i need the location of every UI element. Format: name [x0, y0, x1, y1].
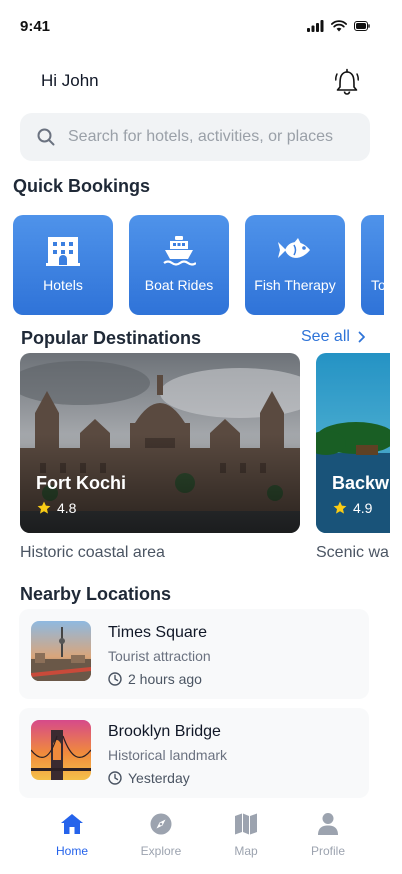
home-icon: [61, 814, 83, 834]
nearby-category: Tourist attraction: [108, 648, 211, 664]
nearby-card-times-square[interactable]: Times Square Tourist attraction 2 hours …: [19, 609, 369, 699]
search-icon: [37, 128, 55, 146]
destination-name: Fort Kochi: [36, 473, 126, 493]
destination-rating: 4.8: [37, 500, 76, 516]
status-bar: 9:41: [0, 0, 402, 52]
nearby-category: Historical landmark: [108, 747, 228, 763]
boat-icon: [163, 236, 196, 266]
search-input[interactable]: Search for hotels, activities, or places: [68, 128, 333, 146]
status-icons: [307, 20, 370, 32]
greeting: Hi John: [41, 71, 99, 90]
compass-icon: [150, 813, 172, 835]
popular-destinations-title: Popular Destinations: [21, 328, 202, 348]
nearby-name: Times Square: [108, 624, 207, 641]
tab-label: Profile: [310, 844, 345, 858]
tab-profile[interactable]: Profile: [288, 810, 368, 858]
nearby-name: Brooklyn Bridge: [108, 723, 221, 740]
brooklyn-bridge-thumbnail: [31, 720, 91, 780]
quick-booking-tours[interactable]: To: [361, 215, 384, 315]
rating-value: 4.9: [353, 500, 373, 516]
see-all-label: See all: [301, 328, 350, 345]
battery-icon: [354, 21, 370, 31]
destination-description: Scenic wa: [316, 544, 389, 561]
chevron-right-icon: [358, 331, 365, 343]
quick-booking-label: To: [371, 277, 384, 293]
destination-description: Historic coastal area: [20, 544, 165, 561]
fish-icon: [278, 238, 310, 258]
building-icon: [46, 237, 80, 266]
wifi-icon: [331, 20, 347, 32]
see-all-link[interactable]: See all: [301, 328, 366, 346]
quick-booking-label: Hotels: [43, 277, 83, 293]
nearby-time: 2 hours ago: [108, 671, 202, 687]
bottom-tab-bar: Home Explore Map Profile: [0, 800, 402, 874]
user-icon: [318, 813, 338, 835]
bell-icon: [335, 68, 359, 95]
tab-label: Home: [55, 844, 88, 858]
rating-value: 4.8: [57, 500, 77, 516]
clock-icon: [108, 672, 122, 686]
nearby-card-brooklyn-bridge[interactable]: Brooklyn Bridge Historical landmark Yest…: [19, 708, 369, 798]
quick-booking-fish-therapy[interactable]: Fish Therapy: [245, 215, 345, 315]
notification-button[interactable]: [334, 67, 360, 95]
star-icon: [37, 501, 51, 514]
nearby-time-label: Yesterday: [128, 770, 190, 786]
times-square-thumbnail: [31, 621, 91, 681]
search-bar[interactable]: Search for hotels, activities, or places: [20, 113, 370, 161]
tab-map[interactable]: Map: [206, 810, 286, 858]
quick-booking-label: Boat Rides: [144, 277, 214, 293]
clock-icon: [108, 771, 122, 785]
signal-icon: [307, 20, 324, 32]
destinations-carousel[interactable]: Fort Kochi 4.8 Historic coastal area Bac…: [20, 353, 390, 573]
tab-label: Explore: [140, 844, 182, 858]
destination-card-fort-kochi[interactable]: Fort Kochi 4.8: [20, 353, 300, 533]
quick-booking-hotels[interactable]: Hotels: [13, 215, 113, 315]
quick-booking-boat-rides[interactable]: Boat Rides: [129, 215, 229, 315]
tab-label: Map: [234, 844, 258, 858]
quick-bookings-title: Quick Bookings: [13, 176, 151, 196]
nearby-locations-title: Nearby Locations: [20, 584, 172, 604]
destination-card-backwaters[interactable]: Backw 4.9: [316, 353, 390, 533]
quick-bookings-row: Hotels Boat Rides Fish Therapy To: [13, 215, 384, 315]
quick-booking-label: Fish Therapy: [254, 277, 336, 293]
nearby-time: Yesterday: [108, 770, 190, 786]
tab-explore[interactable]: Explore: [121, 810, 201, 858]
destination-name: Backw: [332, 473, 390, 493]
status-time: 9:41: [20, 18, 51, 35]
tab-home[interactable]: Home: [32, 810, 112, 858]
star-icon: [333, 501, 347, 514]
nearby-time-label: 2 hours ago: [128, 671, 202, 687]
destination-rating: 4.9: [333, 500, 372, 516]
map-icon: [235, 813, 257, 835]
